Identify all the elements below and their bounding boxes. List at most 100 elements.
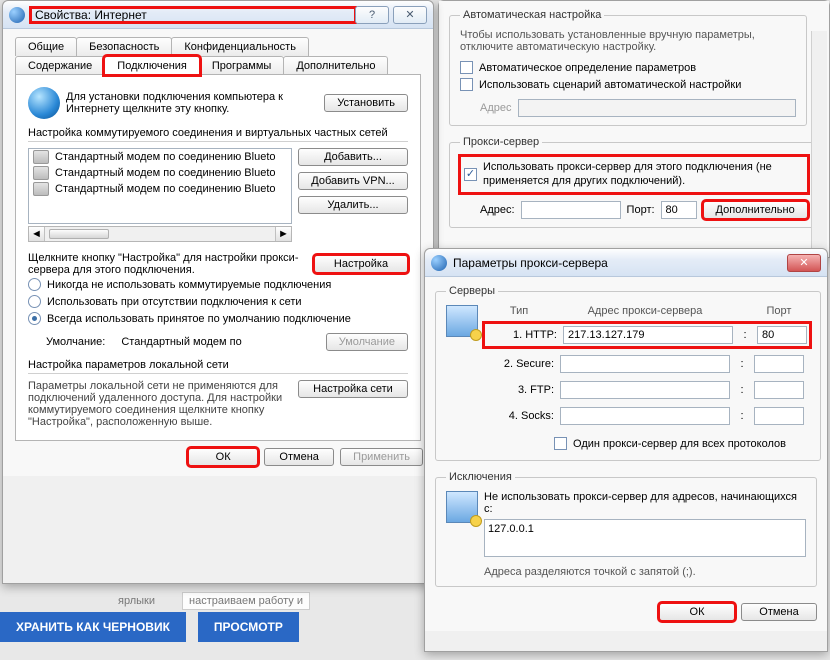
radio-always-row[interactable]: Всегда использовать принятое по умолчани…: [28, 310, 408, 327]
radio-never-row[interactable]: Никогда не использовать коммутируемые по…: [28, 276, 408, 293]
settings-button[interactable]: Настройка: [314, 255, 408, 273]
row-secure-addr[interactable]: [560, 355, 730, 373]
row-ftp-addr[interactable]: [560, 381, 730, 399]
list-item[interactable]: Стандартный модем по соединению Blueto: [29, 181, 291, 197]
scroll-thumb[interactable]: [49, 229, 109, 239]
auto-script-row[interactable]: Использовать сценарий автоматической нас…: [460, 76, 796, 93]
col-type: Тип: [484, 305, 554, 317]
proxy-port-label: Порт:: [627, 204, 655, 216]
radio-none-row[interactable]: Использовать при отсутствии подключения …: [28, 293, 408, 310]
tab-content[interactable]: Содержание: [15, 56, 105, 75]
row-socks-label: 4. Socks:: [484, 410, 554, 422]
use-proxy-checkbox[interactable]: [464, 168, 477, 181]
add-vpn-button[interactable]: Добавить VPN...: [298, 172, 408, 190]
titlebar[interactable]: Свойства: Интернет ? ✕: [3, 1, 433, 29]
tab-general[interactable]: Общие: [15, 37, 77, 56]
lan-title: Настройка параметров локальной сети: [28, 359, 408, 374]
exclusions-group: Исключения Не использовать прокси-сервер…: [435, 471, 817, 587]
settings-hint: Щелкните кнопку "Настройка" для настройк…: [28, 252, 308, 276]
page-bottom-buttons: ХРАНИТЬ КАК ЧЕРНОВИК ПРОСМОТР: [0, 612, 299, 642]
globe-icon: [431, 255, 447, 271]
list-item[interactable]: Стандартный модем по соединению Blueto: [29, 165, 291, 181]
row-http-label: 1. HTTP:: [487, 329, 557, 341]
use-proxy-label: Использовать прокси-сервер для этого под…: [483, 160, 804, 189]
ok-button[interactable]: ОК: [188, 448, 258, 466]
install-button[interactable]: Установить: [324, 94, 408, 112]
server-icon: [446, 305, 478, 337]
tab-programs[interactable]: Программы: [199, 56, 284, 75]
save-draft-button[interactable]: ХРАНИТЬ КАК ЧЕРНОВИК: [0, 612, 186, 642]
exclusions-textarea[interactable]: [484, 519, 806, 557]
col-addr: Адрес прокси-сервера: [560, 305, 730, 317]
cancel-button[interactable]: Отмена: [264, 448, 334, 466]
use-proxy-row[interactable]: Использовать прокси-сервер для этого под…: [460, 156, 808, 193]
modem-icon: [33, 166, 49, 180]
auto-config-hint: Чтобы использовать установленные вручную…: [460, 29, 796, 53]
proxy-cancel-button[interactable]: Отмена: [741, 603, 817, 621]
horizontal-scrollbar[interactable]: ◄ ►: [28, 226, 292, 242]
row-socks-port[interactable]: [754, 407, 804, 425]
script-address-label: Адрес: [480, 102, 512, 114]
col-port: Порт: [754, 305, 804, 317]
close-button[interactable]: ✕: [393, 6, 427, 24]
servers-group: Серверы Тип Адрес прокси-сервера Порт 1.…: [435, 285, 821, 461]
tab-privacy[interactable]: Конфиденциальность: [171, 37, 309, 56]
row-http-addr[interactable]: [563, 326, 733, 344]
default-value: Стандартный модем по: [121, 336, 241, 348]
same-proxy-label: Один прокси-сервер для всех протоколов: [573, 438, 786, 450]
server-icon: [446, 491, 478, 523]
proxy-ok-button[interactable]: ОК: [659, 603, 735, 621]
globe-large-icon: [28, 87, 60, 119]
tab-security[interactable]: Безопасность: [76, 37, 172, 56]
row-ftp-label: 3. FTP:: [484, 384, 554, 396]
delete-button[interactable]: Удалить...: [298, 196, 408, 214]
auto-config-group: Автоматическая настройка Чтобы использов…: [449, 9, 807, 126]
modem-icon: [33, 150, 49, 164]
proxy-port-input[interactable]: [661, 201, 697, 219]
panel-connection-settings: Автоматическая настройка Чтобы использов…: [438, 0, 830, 258]
proxy-addr-label: Адрес:: [480, 204, 515, 216]
tab-connections[interactable]: Подключения: [104, 56, 200, 75]
tab-advanced[interactable]: Дополнительно: [283, 56, 388, 75]
default-label: Умолчание:: [46, 336, 105, 348]
row-secure-port[interactable]: [754, 355, 804, 373]
bg-text-config: настраиваем работу и: [182, 592, 310, 610]
scrollbar[interactable]: [811, 31, 827, 255]
servers-legend: Серверы: [446, 285, 498, 297]
tabs: Общие Безопасность Конфиденциальность Со…: [13, 35, 423, 442]
row-secure-label: 2. Secure:: [484, 358, 554, 370]
lan-settings-button[interactable]: Настройка сети: [298, 380, 408, 398]
radio-always[interactable]: [28, 312, 41, 325]
same-proxy-checkbox[interactable]: [554, 437, 567, 450]
tab-panel-connections: Для установки подключения компьютера к И…: [15, 74, 421, 441]
connections-listbox[interactable]: Стандартный модем по соединению Blueto С…: [28, 148, 292, 224]
globe-icon: [9, 7, 25, 23]
modem-icon: [33, 182, 49, 196]
auto-detect-checkbox[interactable]: [460, 61, 473, 74]
list-item[interactable]: Стандартный модем по соединению Blueto: [29, 149, 291, 165]
internet-properties-window: Свойства: Интернет ? ✕ Общие Безопасност…: [2, 0, 434, 584]
add-button[interactable]: Добавить...: [298, 148, 408, 166]
script-address-input: [518, 99, 797, 117]
default-button: Умолчание: [326, 333, 408, 351]
same-proxy-row[interactable]: Один прокси-сервер для всех протоколов: [554, 435, 810, 452]
titlebar-proxy[interactable]: Параметры прокси-сервера ✕: [425, 249, 827, 277]
row-socks-addr[interactable]: [560, 407, 730, 425]
row-ftp-port[interactable]: [754, 381, 804, 399]
proxy-group: Прокси-сервер Использовать прокси-сервер…: [449, 136, 819, 228]
row-http-port[interactable]: [757, 326, 807, 344]
radio-never[interactable]: [28, 278, 41, 291]
dialup-title: Настройка коммутируемого соединения и ви…: [28, 127, 408, 142]
scroll-left-icon[interactable]: ◄: [29, 227, 45, 241]
auto-detect-row[interactable]: Автоматическое определение параметров: [460, 59, 796, 76]
close-button-proxy[interactable]: ✕: [787, 254, 821, 272]
scroll-right-icon[interactable]: ►: [275, 227, 291, 241]
auto-detect-label: Автоматическое определение параметров: [479, 62, 696, 74]
preview-button[interactable]: ПРОСМОТР: [198, 612, 299, 642]
bg-text-labels: ярлыки: [118, 595, 155, 607]
proxy-addr-input[interactable]: [521, 201, 621, 219]
radio-none[interactable]: [28, 295, 41, 308]
auto-script-checkbox[interactable]: [460, 78, 473, 91]
proxy-more-button[interactable]: Дополнительно: [703, 201, 808, 219]
help-button[interactable]: ?: [355, 6, 389, 24]
